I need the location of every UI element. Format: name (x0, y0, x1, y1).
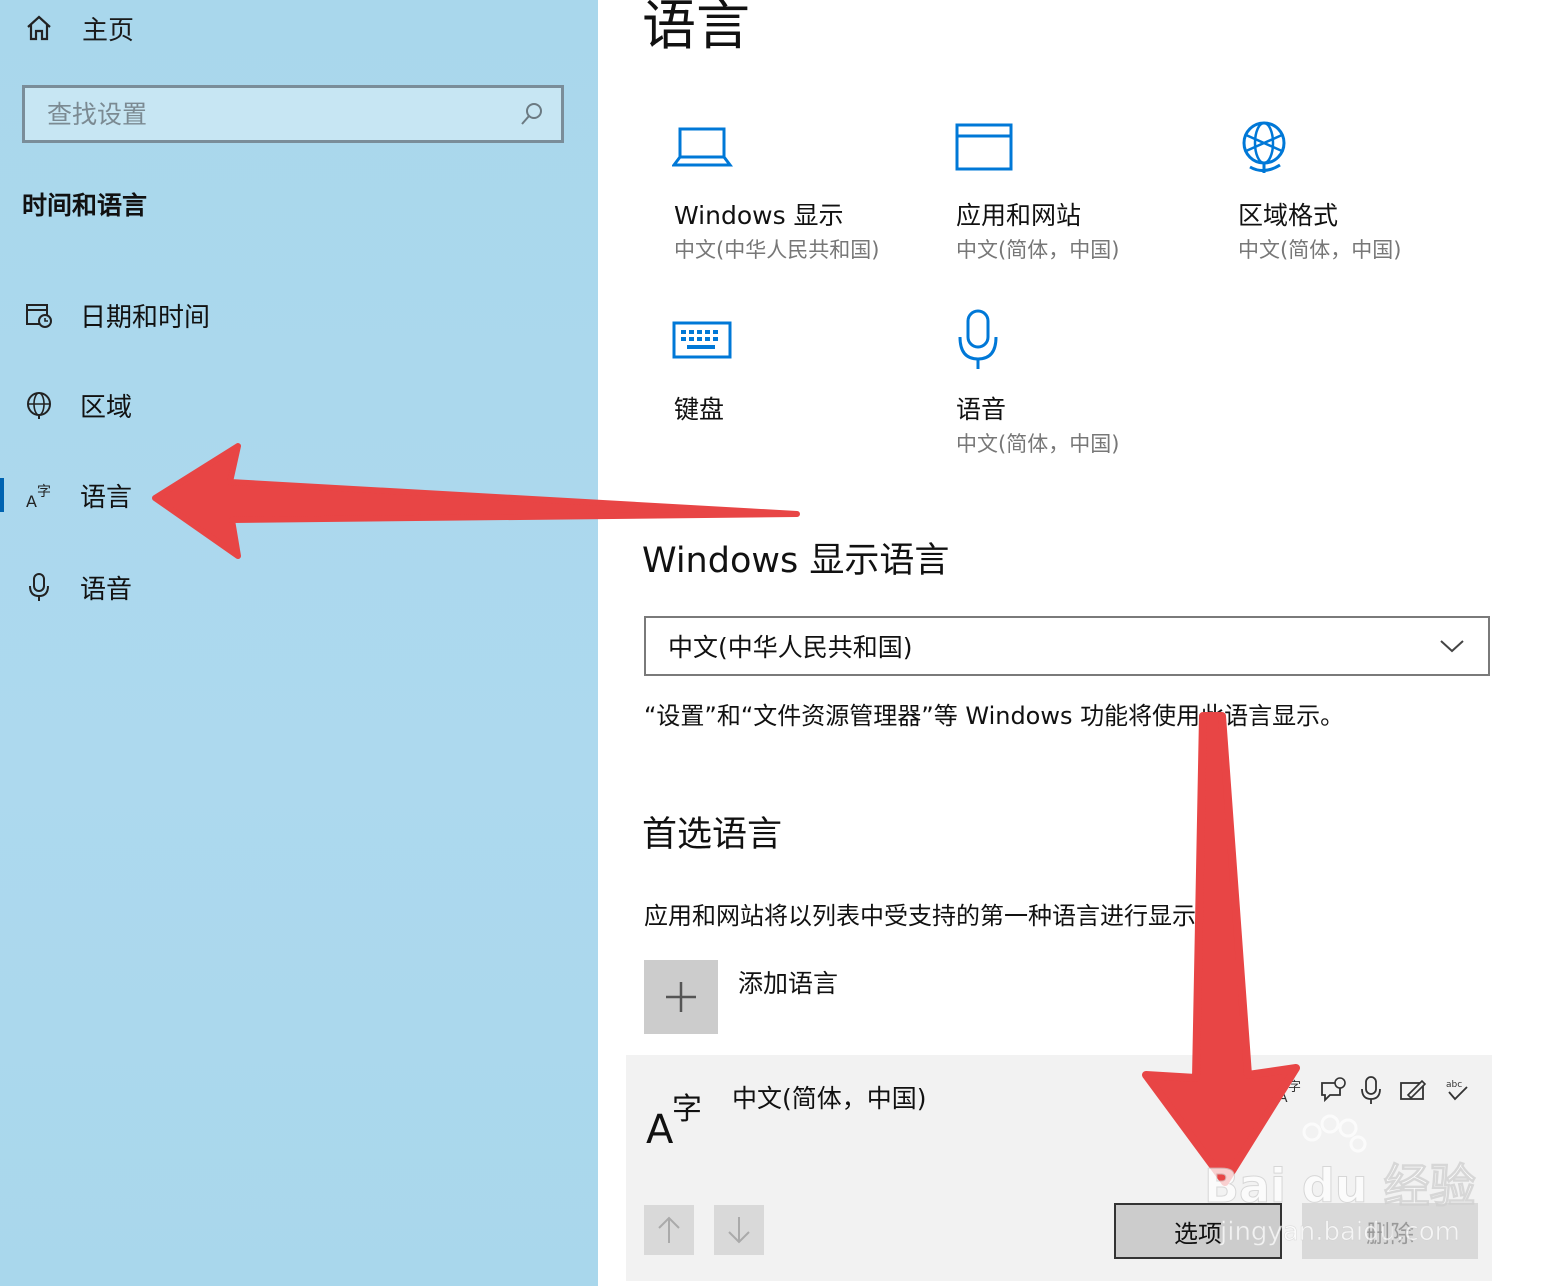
display-language-description: “设置”和“文件资源管理器”等 Windows 功能将使用此语言显示。 (644, 702, 1345, 730)
sidebar-item-label: 日期和时间 (80, 302, 211, 333)
move-down-button[interactable] (714, 1205, 764, 1255)
text-to-speech-feature-icon (1316, 1073, 1350, 1107)
move-up-button[interactable] (644, 1205, 694, 1255)
home-nav-item[interactable]: 主页 (22, 8, 134, 48)
language-icon: A字 (22, 478, 56, 512)
tile-speech[interactable]: 语音 中文(简体，中国) (924, 308, 1194, 478)
preferred-language-heading: 首选语言 (642, 815, 783, 855)
svg-text:A: A (646, 1107, 674, 1153)
add-language-label: 添加语言 (738, 969, 839, 998)
sidebar-item-label: 语言 (80, 482, 133, 513)
sidebar-item-region[interactable]: 区域 (0, 380, 598, 430)
window-icon (954, 114, 1018, 178)
tile-subtitle: 中文(中华人民共和国) (674, 238, 880, 262)
svg-text:字: 字 (1288, 1080, 1301, 1095)
plus-icon (644, 960, 718, 1034)
display-language-feature-icon: A字 (1274, 1073, 1308, 1107)
sidebar-item-language[interactable]: A字 语言 (0, 470, 598, 520)
home-label: 主页 (82, 15, 135, 46)
tile-apps-websites[interactable]: 应用和网站 中文(简体，中国) (924, 114, 1194, 284)
remove-button[interactable]: 删除 (1302, 1203, 1478, 1259)
svg-text:A: A (26, 492, 37, 510)
laptop-icon (672, 114, 736, 178)
language-icon: A字 (646, 1083, 716, 1153)
sidebar-item-date-time[interactable]: 日期和时间 (0, 290, 598, 340)
tile-name: 区域格式 (1238, 201, 1339, 230)
calendar-clock-icon (22, 298, 56, 332)
tile-windows-display[interactable]: Windows 显示 中文(中华人民共和国) (642, 114, 912, 284)
sidebar: 主页 时间和语言 日期和时间 区域 A字 语言 语音 (0, 0, 598, 1286)
language-list-item[interactable]: A字 中文(简体，中国) A字 abc 选项 删除 (626, 1055, 1492, 1281)
microphone-icon (22, 570, 56, 604)
tile-subtitle: 中文(简体，中国) (956, 432, 1120, 456)
sidebar-item-label: 语音 (80, 574, 133, 605)
handwriting-feature-icon (1396, 1073, 1430, 1107)
display-language-heading: Windows 显示语言 (642, 541, 950, 581)
options-button[interactable]: 选项 (1114, 1203, 1282, 1259)
tile-keyboard[interactable]: 键盘 (642, 308, 912, 448)
svg-text:字: 字 (37, 484, 51, 500)
tile-subtitle: 中文(简体，中国) (1238, 238, 1402, 262)
svg-text:A: A (1278, 1090, 1288, 1105)
search-icon[interactable] (517, 99, 547, 129)
globe-icon (1236, 114, 1300, 178)
tile-name: 语音 (956, 395, 1007, 424)
tile-name: 应用和网站 (956, 201, 1082, 230)
chevron-down-icon (1438, 632, 1466, 660)
globe-icon (22, 388, 56, 422)
page-title: 语言 (642, 0, 750, 57)
section-title: 时间和语言 (22, 191, 148, 220)
tile-regional-format[interactable]: 区域格式 中文(简体，中国) (1206, 114, 1476, 284)
add-language-button[interactable]: 添加语言 (644, 960, 838, 1034)
svg-text:abc: abc (1446, 1080, 1462, 1090)
tile-name: 键盘 (674, 395, 725, 424)
dropdown-value: 中文(中华人民共和国) (668, 633, 913, 662)
tile-name: Windows 显示 (674, 201, 844, 230)
search-input[interactable] (45, 98, 517, 130)
svg-text:字: 字 (672, 1092, 702, 1127)
microphone-icon (954, 308, 1018, 372)
sidebar-item-speech[interactable]: 语音 (0, 562, 598, 612)
display-language-dropdown[interactable]: 中文(中华人民共和国) (644, 616, 1490, 676)
tile-subtitle: 中文(简体，中国) (956, 238, 1120, 262)
language-name: 中文(简体，中国) (732, 1084, 927, 1113)
speech-recognition-feature-icon (1354, 1073, 1388, 1107)
spell-check-feature-icon: abc (1440, 1073, 1474, 1107)
main-panel: 语言 Windows 显示 中文(中华人民共和国) 应用和网站 中文(简体，中国… (598, 0, 1568, 1286)
search-box[interactable] (22, 85, 564, 143)
sidebar-item-label: 区域 (80, 392, 133, 423)
home-icon (22, 11, 56, 45)
preferred-language-description: 应用和网站将以列表中受支持的第一种语言进行显示。 (644, 902, 1220, 930)
keyboard-icon (672, 308, 736, 372)
